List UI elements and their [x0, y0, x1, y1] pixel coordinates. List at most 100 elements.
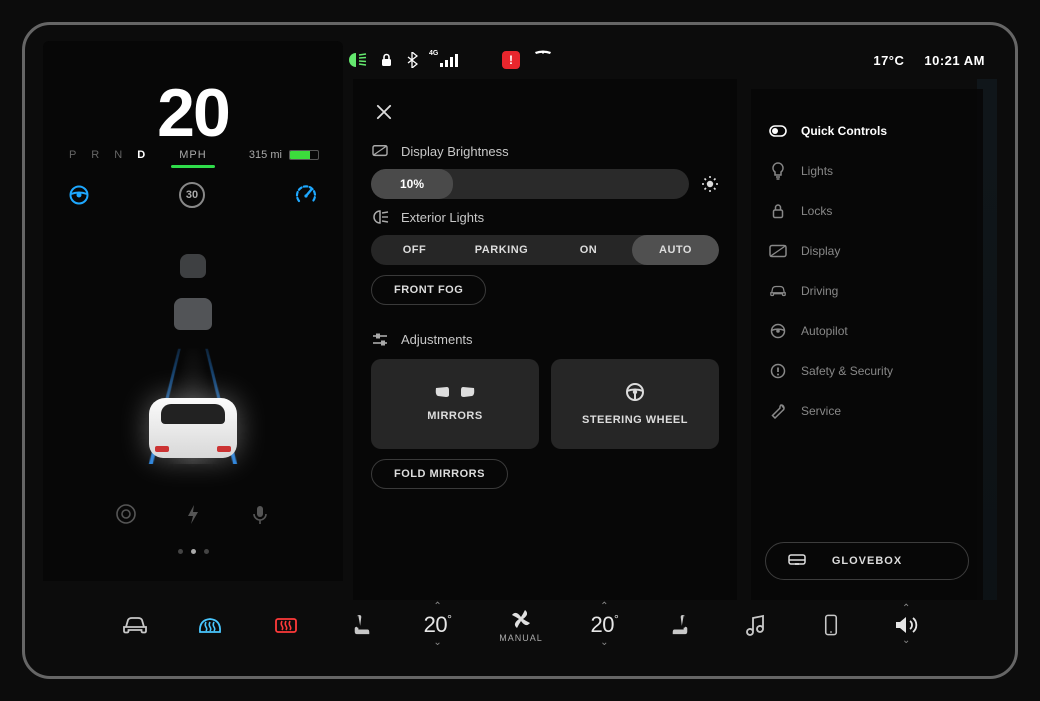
lead-vehicle-icon	[174, 298, 212, 330]
glovebox-icon	[788, 554, 806, 568]
brightness-value: 10%	[400, 177, 424, 191]
adjustments-icon	[371, 331, 389, 347]
bulb-icon	[769, 163, 787, 179]
sidebar-item-driving[interactable]: Driving	[763, 271, 971, 311]
sidebar-item-quick-controls[interactable]: Quick Controls	[763, 111, 971, 151]
screen: ! 4G ! 17°C 10:21 AM	[43, 41, 997, 660]
dashcam-icon[interactable]	[115, 503, 137, 525]
sidebar-label: Safety & Security	[801, 364, 893, 378]
defrost-rear-icon[interactable]	[272, 612, 300, 638]
voice-command-icon[interactable]	[249, 503, 271, 525]
phone-app-icon[interactable]	[817, 612, 845, 638]
quick-controls-panel: Display Brightness 10% Exterior Lights	[353, 79, 737, 600]
car-icon	[769, 283, 787, 299]
sidebar-item-display[interactable]: Display	[763, 231, 971, 271]
climate-temp-left[interactable]: ⌃ 20° ⌄	[424, 602, 452, 648]
chevron-down-icon[interactable]: ⌄	[600, 638, 608, 648]
lights-on-button[interactable]: ON	[545, 235, 632, 265]
sidebar-item-service[interactable]: Service	[763, 391, 971, 431]
lead-vehicle-icon	[180, 254, 206, 278]
chevron-down-icon[interactable]: ⌄	[902, 636, 910, 646]
clock: 10:21 AM	[924, 53, 985, 68]
sidebar-item-lights[interactable]: Lights	[763, 151, 971, 191]
chevron-up-icon[interactable]: ⌃	[600, 602, 608, 612]
brightness-icon[interactable]	[701, 175, 719, 193]
speed-limit-sign: 30	[179, 182, 205, 208]
gear-p: P	[69, 149, 82, 161]
headlights-icon	[371, 209, 389, 225]
climate-fan[interactable]: MANUAL	[499, 608, 543, 643]
gear-r: R	[91, 149, 105, 161]
temp-right-value: 20	[590, 612, 613, 637]
brightness-slider[interactable]: 10%	[371, 169, 689, 199]
display-icon	[371, 143, 389, 159]
gear-selector: P R N D	[69, 149, 151, 161]
sidebar-label: Service	[801, 404, 841, 418]
headlights-on-icon	[345, 52, 367, 68]
mirror-left-icon	[434, 386, 450, 398]
fan-icon	[510, 608, 532, 630]
sidebar-label: Display	[801, 244, 840, 258]
sidebar-label: Lights	[801, 164, 833, 178]
steering-wheel-icon	[769, 323, 787, 339]
sidebar-label: Autopilot	[801, 324, 848, 338]
outside-temperature: 17°C	[873, 53, 904, 68]
chevron-up-icon[interactable]: ⌃	[902, 604, 910, 614]
range-value: 315 mi	[249, 149, 282, 161]
steering-label: STEERING WHEEL	[582, 414, 688, 426]
wrench-icon	[769, 403, 787, 419]
instrument-cluster: P R N D 20 MPH 315 mi 30	[43, 41, 343, 581]
seat-heater-left-icon[interactable]	[348, 612, 376, 638]
car-app-icon[interactable]	[121, 612, 149, 638]
lights-auto-button[interactable]: AUTO	[632, 235, 719, 265]
adjustments-section-label: Adjustments	[401, 332, 473, 347]
mirror-right-icon	[460, 386, 476, 398]
bluetooth-icon[interactable]	[406, 52, 418, 68]
charging-icon[interactable]	[182, 503, 204, 525]
sidebar-label: Driving	[801, 284, 838, 298]
steering-wheel-card[interactable]: STEERING WHEEL	[551, 359, 719, 449]
alert-badge-icon[interactable]: !	[502, 51, 520, 69]
lights-off-button[interactable]: OFF	[371, 235, 458, 265]
tacc-icon	[295, 185, 317, 205]
driving-visualization[interactable]	[83, 224, 303, 464]
battery-icon	[289, 150, 319, 160]
display-icon	[769, 243, 787, 259]
volume-icon	[893, 614, 919, 636]
speed-limit-value: 30	[186, 189, 198, 201]
mirrors-card[interactable]: MIRRORS	[371, 359, 539, 449]
close-icon[interactable]	[371, 99, 397, 125]
gear-n: N	[114, 149, 128, 161]
tesla-logo-icon[interactable]	[534, 50, 552, 70]
sidebar-item-locks[interactable]: Locks	[763, 191, 971, 231]
glovebox-button[interactable]: GLOVEBOX	[765, 542, 969, 580]
speed-value: 20	[43, 79, 343, 147]
defrost-front-icon[interactable]	[196, 612, 224, 638]
sidebar-item-safety-security[interactable]: Safety & Security	[763, 351, 971, 391]
toggle-icon	[769, 123, 787, 139]
front-fog-button[interactable]: FRONT FOG	[371, 275, 486, 305]
range-readout: 315 mi	[249, 149, 319, 161]
climate-temp-right[interactable]: ⌃ 20° ⌄	[590, 602, 618, 648]
chevron-down-icon[interactable]: ⌄	[433, 638, 441, 648]
lock-icon[interactable]	[381, 53, 392, 67]
exterior-lights-section-label: Exterior Lights	[401, 210, 484, 225]
chevron-up-icon[interactable]: ⌃	[433, 602, 441, 612]
fan-mode-label: MANUAL	[499, 633, 543, 643]
cell-signal-icon: 4G	[432, 52, 462, 68]
brightness-section-label: Display Brightness	[401, 144, 509, 159]
bottom-dock: ⌃ 20° ⌄ MANUAL ⌃ 20° ⌄ ⌃ ⌄	[43, 590, 997, 660]
lock-icon	[769, 203, 787, 219]
gear-d: D	[137, 149, 151, 161]
signal-label: 4G	[429, 50, 438, 57]
music-app-icon[interactable]	[742, 612, 770, 638]
seat-heater-right-icon[interactable]	[666, 612, 694, 638]
lights-parking-button[interactable]: PARKING	[458, 235, 545, 265]
ego-vehicle-icon	[149, 398, 237, 458]
volume-control[interactable]: ⌃ ⌄	[893, 604, 919, 646]
cluster-pager[interactable]	[43, 541, 343, 559]
fold-mirrors-button[interactable]: FOLD MIRRORS	[371, 459, 508, 489]
exterior-lights-segmented[interactable]: OFF PARKING ON AUTO	[371, 235, 719, 265]
sidebar-item-autopilot[interactable]: Autopilot	[763, 311, 971, 351]
brightness-slider-thumb[interactable]: 10%	[371, 169, 453, 199]
